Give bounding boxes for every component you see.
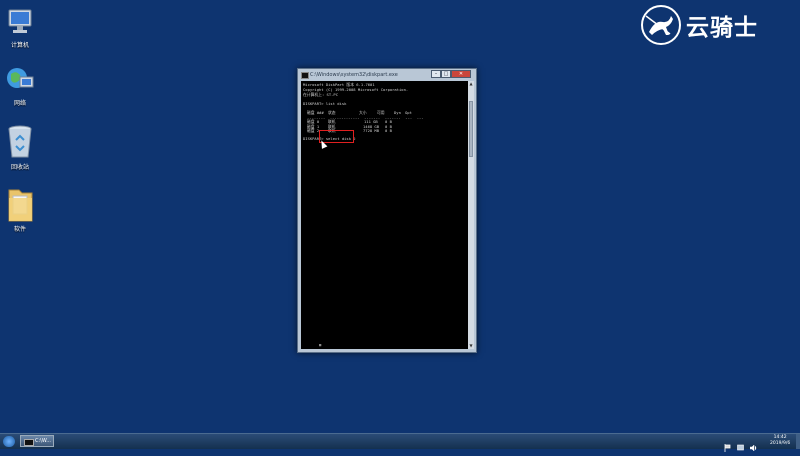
console-icon — [24, 439, 34, 446]
desktop-icon-label: 软件 — [13, 226, 26, 233]
close-button[interactable]: ✕ — [451, 70, 471, 78]
vertical-scrollbar[interactable]: ▲ ▼ — [468, 81, 474, 349]
minimize-button[interactable]: – — [431, 70, 441, 78]
network-icon — [4, 64, 36, 96]
watermark-text: 云骑士 — [686, 15, 758, 41]
window-titlebar[interactable]: C:\Windows\system32\diskpart.exe – □ ✕ — [298, 69, 476, 81]
table-cell: 7728 MB — [363, 128, 380, 134]
show-desktop-button[interactable] — [796, 434, 800, 449]
console-cursor: ■ — [319, 342, 322, 347]
folder-icon — [4, 186, 36, 222]
knight-logo-icon — [641, 5, 681, 45]
table-cell: 0 B — [385, 128, 392, 134]
desktop-icon-label: 回收站 — [10, 164, 29, 171]
console-output[interactable]: Microsoft DiskPart 版本 6.1.7601 Copyright… — [301, 81, 468, 349]
clock-date: 2019/9/6 — [770, 441, 791, 446]
tray-flag-icon[interactable] — [724, 437, 731, 452]
computer-icon — [4, 6, 36, 38]
desktop-icon-folder[interactable]: 软件 — [0, 186, 40, 233]
desktop-icon-computer[interactable]: 计算机 — [0, 6, 40, 49]
scroll-up-arrow-icon[interactable]: ▲ — [468, 81, 474, 87]
start-button[interactable] — [3, 436, 15, 447]
taskbar-app-diskpart[interactable]: C:\W... — [20, 435, 54, 447]
desktop-icon-label: 计算机 — [10, 42, 29, 49]
tray-network-icon[interactable] — [737, 437, 744, 451]
desktop-icon-recycle-bin[interactable]: 回收站 — [0, 124, 40, 171]
table-cell: 磁盘 2 — [307, 128, 320, 134]
taskbar: C:\W... 14:42 2019/9/6 — [0, 433, 800, 452]
tray-volume-icon[interactable] — [749, 437, 757, 452]
console-line: 在计算机上: ST-PC — [303, 92, 338, 97]
window-title: C:\Windows\system32\diskpart.exe — [310, 72, 398, 78]
watermark: 云骑士 — [640, 4, 758, 46]
desktop-icon-label: 网络 — [13, 100, 26, 107]
scrollbar-thumb[interactable] — [469, 101, 473, 157]
taskbar-app-label: C:\W... — [35, 438, 51, 444]
recycle-bin-icon — [4, 124, 36, 158]
diskpart-window[interactable]: C:\Windows\system32\diskpart.exe – □ ✕ M… — [297, 68, 477, 353]
console-icon — [301, 72, 309, 79]
console-line: DISKPART> list disk — [303, 101, 347, 106]
scroll-down-arrow-icon[interactable]: ▼ — [468, 343, 474, 349]
maximize-button[interactable]: □ — [441, 70, 451, 78]
desktop-icon-network[interactable]: 网络 — [0, 64, 40, 107]
taskbar-clock[interactable]: 14:42 2019/9/6 — [770, 435, 790, 447]
